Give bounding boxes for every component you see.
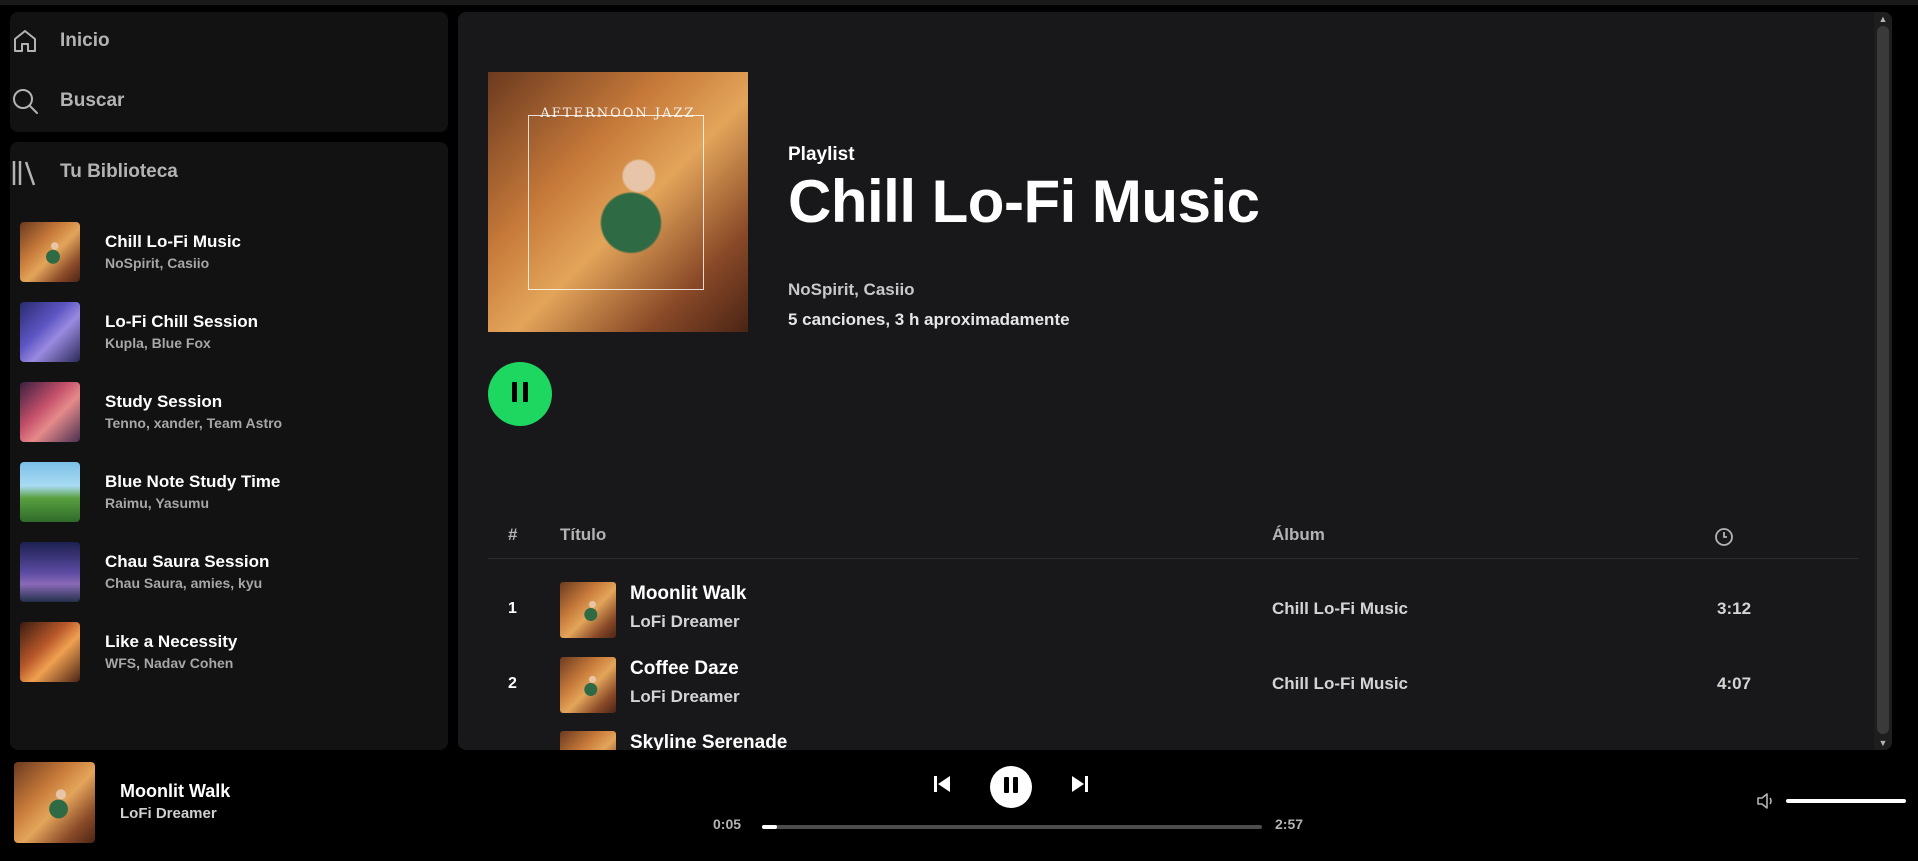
playlist-cover: [20, 302, 80, 362]
playlist-cover: [20, 462, 80, 522]
library-item[interactable]: Lo-Fi Chill Session Kupla, Blue Fox: [20, 292, 440, 372]
player-bar: Moonlit Walk LoFi Dreamer 0:05 2:57: [0, 756, 1918, 861]
volume-slider[interactable]: [1786, 799, 1906, 803]
library-item[interactable]: Chau Saura Session Chau Saura, amies, kyu: [20, 532, 440, 612]
track-album[interactable]: Chill Lo-Fi Music: [1272, 674, 1408, 694]
library-item-subtitle: Tenno, xander, Team Astro: [105, 415, 283, 431]
now-playing-cover[interactable]: [14, 762, 95, 843]
playlist-cover: [20, 542, 80, 602]
table-row[interactable]: 2 Coffee Daze LoFi Dreamer Chill Lo-Fi M…: [488, 650, 1858, 720]
pause-button[interactable]: [990, 766, 1032, 808]
track-album[interactable]: Chill Lo-Fi Music: [1272, 599, 1408, 619]
pause-icon: [509, 380, 531, 409]
library-list: Chill Lo-Fi Music NoSpirit, Casiio Lo-Fi …: [20, 212, 440, 692]
main-content: AFTERNOON JAZZ Playlist Chill Lo-Fi Musi…: [458, 12, 1892, 750]
track-duration: 3:12: [1717, 599, 1752, 618]
track-table-header: # Título Álbum: [488, 517, 1858, 559]
home-icon: [10, 26, 40, 56]
track-title: Skyline Serenade: [630, 732, 788, 750]
time-total: 2:57: [1275, 816, 1304, 832]
nav-home-label: Inicio: [60, 30, 110, 51]
progress-fill: [762, 825, 777, 829]
time-current: 0:05: [713, 816, 742, 832]
library-item-title: Like a Necessity: [105, 632, 238, 651]
library-item-title: Blue Note Study Time: [105, 472, 281, 491]
library-item[interactable]: Chill Lo-Fi Music NoSpirit, Casiio: [20, 212, 440, 292]
library-item-subtitle: WFS, Nadav Cohen: [105, 655, 234, 671]
playlist-cover: [20, 622, 80, 682]
library-title: Tu Biblioteca: [60, 161, 178, 182]
now-playing-title[interactable]: Moonlit Walk: [120, 781, 230, 802]
library-item[interactable]: Study Session Tenno, xander, Team Astro: [20, 372, 440, 452]
skip-back-icon: [931, 773, 953, 800]
scroll-up-icon[interactable]: ▲: [1878, 14, 1888, 24]
library-item-subtitle: NoSpirit, Casiio: [105, 255, 210, 271]
table-row[interactable]: 1 Moonlit Walk LoFi Dreamer Chill Lo-Fi …: [488, 575, 1858, 645]
track-cover: [560, 582, 616, 638]
page-title: Chill Lo-Fi Music: [788, 168, 1260, 235]
now-playing-artist[interactable]: LoFi Dreamer: [120, 805, 217, 822]
track-number: 3: [508, 749, 517, 750]
col-number: #: [508, 525, 518, 544]
library-item-title: Chill Lo-Fi Music: [105, 232, 241, 251]
skip-forward-icon: [1069, 773, 1091, 800]
col-album[interactable]: Álbum: [1272, 525, 1325, 545]
nav-panel: Inicio Buscar: [10, 12, 448, 132]
track-number: 1: [508, 600, 517, 617]
library-item-subtitle: Kupla, Blue Fox: [105, 335, 211, 351]
table-row[interactable]: 3 Skyline Serenade: [488, 724, 1858, 750]
track-cover: [560, 731, 616, 750]
library-header[interactable]: Tu Biblioteca: [10, 152, 448, 192]
scroll-down-icon[interactable]: ▼: [1878, 738, 1888, 748]
library-item-subtitle: Chau Saura, amies, kyu: [105, 575, 263, 591]
pause-icon: [1002, 775, 1020, 800]
window-top-border: [0, 0, 1918, 5]
volume-icon[interactable]: [1755, 790, 1777, 812]
cover-frame: [528, 115, 704, 290]
next-button[interactable]: [1066, 772, 1094, 800]
nav-home[interactable]: Inicio: [10, 16, 448, 66]
track-artist[interactable]: LoFi Dreamer: [630, 687, 740, 707]
track-title: Coffee Daze: [630, 658, 739, 679]
search-icon: [10, 86, 40, 116]
previous-button[interactable]: [928, 772, 956, 800]
playlist-meta: 5 canciones, 3 h aproximadamente: [788, 310, 1070, 329]
library-icon: [10, 157, 40, 187]
playlist-cover: [20, 382, 80, 442]
library-item-title: Study Session: [105, 392, 223, 411]
track-duration: 4:07: [1717, 674, 1752, 693]
playlist-cover: [20, 222, 80, 282]
clock-icon: [1714, 527, 1734, 552]
library-item-title: Chau Saura Session: [105, 552, 270, 571]
nav-search[interactable]: Buscar: [10, 76, 448, 126]
track-artist[interactable]: LoFi Dreamer: [630, 612, 740, 632]
library-panel: Tu Biblioteca Chill Lo-Fi Music NoSpirit,…: [10, 142, 448, 750]
library-item[interactable]: Like a Necessity WFS, Nadav Cohen: [20, 612, 440, 692]
playlist-owner[interactable]: NoSpirit, Casiio: [788, 280, 915, 300]
library-item[interactable]: Blue Note Study Time Raimu, Yasumu: [20, 452, 440, 532]
main-scrollbar[interactable]: ▲ ▼: [1874, 12, 1892, 750]
library-item-subtitle: Raimu, Yasumu: [105, 495, 210, 511]
col-title[interactable]: Título: [560, 525, 606, 545]
track-cover: [560, 657, 616, 713]
playlist-type: Playlist: [788, 144, 855, 165]
scroll-thumb[interactable]: [1877, 26, 1889, 734]
track-number: 2: [508, 675, 517, 692]
playlist-pause-button[interactable]: [488, 362, 552, 426]
nav-search-label: Buscar: [60, 90, 125, 111]
track-title: Moonlit Walk: [630, 583, 747, 604]
progress-bar[interactable]: [762, 825, 1262, 829]
library-item-title: Lo-Fi Chill Session: [105, 312, 259, 331]
playlist-cover-large: AFTERNOON JAZZ: [488, 72, 748, 332]
